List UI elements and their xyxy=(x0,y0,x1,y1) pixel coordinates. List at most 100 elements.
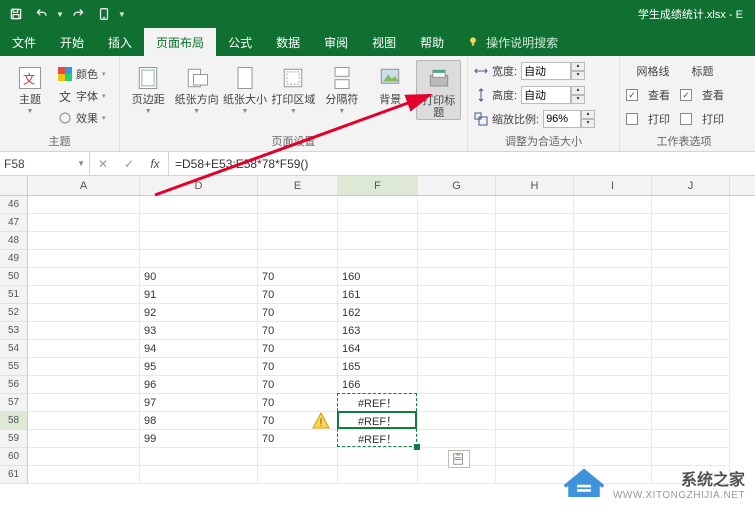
cell-F49[interactable] xyxy=(338,250,418,268)
cell-A51[interactable] xyxy=(28,286,140,304)
margins-button[interactable]: 页边距▼ xyxy=(126,60,170,115)
cell-G54[interactable] xyxy=(418,340,496,358)
col-header-G[interactable]: G xyxy=(418,176,496,195)
cell-A47[interactable] xyxy=(28,214,140,232)
cell-D48[interactable] xyxy=(140,232,258,250)
cell-G56[interactable] xyxy=(418,376,496,394)
row-header-52[interactable]: 52 xyxy=(0,304,28,322)
tab-view[interactable]: 视图 xyxy=(360,28,408,56)
breaks-button[interactable]: 分隔符▼ xyxy=(320,60,364,115)
cell-D61[interactable] xyxy=(140,466,258,484)
tab-help[interactable]: 帮助 xyxy=(408,28,456,56)
row-header-48[interactable]: 48 xyxy=(0,232,28,250)
cell-G61[interactable] xyxy=(418,466,496,484)
cell-G49[interactable] xyxy=(418,250,496,268)
cell-I57[interactable] xyxy=(574,394,652,412)
cell-I49[interactable] xyxy=(574,250,652,268)
cell-F56[interactable]: 166 xyxy=(338,376,418,394)
cell-G55[interactable] xyxy=(418,358,496,376)
cell-H56[interactable] xyxy=(496,376,574,394)
tab-insert[interactable]: 插入 xyxy=(96,28,144,56)
row-header-60[interactable]: 60 xyxy=(0,448,28,466)
cell-H49[interactable] xyxy=(496,250,574,268)
cancel-formula-button[interactable]: ✕ xyxy=(90,157,116,171)
undo-dropdown-icon[interactable]: ▼ xyxy=(56,10,64,19)
cell-J60[interactable] xyxy=(652,448,730,466)
headings-view-checkbox[interactable]: ✓ xyxy=(680,89,692,101)
row-header-57[interactable]: 57 xyxy=(0,394,28,412)
error-smart-tag[interactable]: ! xyxy=(312,412,330,430)
cell-A52[interactable] xyxy=(28,304,140,322)
col-header-I[interactable]: I xyxy=(574,176,652,195)
cell-J52[interactable] xyxy=(652,304,730,322)
cell-H52[interactable] xyxy=(496,304,574,322)
formula-input[interactable]: =D58+E53:E58*78*F59() xyxy=(169,152,755,175)
cell-D60[interactable] xyxy=(140,448,258,466)
cell-D53[interactable]: 93 xyxy=(140,322,258,340)
cell-H59[interactable] xyxy=(496,430,574,448)
cell-G58[interactable] xyxy=(418,412,496,430)
cell-H60[interactable] xyxy=(496,448,574,466)
cell-E52[interactable]: 70 xyxy=(258,304,338,322)
cell-J46[interactable] xyxy=(652,196,730,214)
print-area-button[interactable]: 打印区域▼ xyxy=(271,60,315,115)
col-header-J[interactable]: J xyxy=(652,176,730,195)
cell-D57[interactable]: 97 xyxy=(140,394,258,412)
col-header-A[interactable]: A xyxy=(28,176,140,195)
cell-F57[interactable]: #REF！ xyxy=(338,394,418,412)
cell-A58[interactable] xyxy=(28,412,140,430)
col-header-H[interactable]: H xyxy=(496,176,574,195)
cell-G48[interactable] xyxy=(418,232,496,250)
cell-E55[interactable]: 70 xyxy=(258,358,338,376)
cell-A56[interactable] xyxy=(28,376,140,394)
cell-I58[interactable] xyxy=(574,412,652,430)
cell-F48[interactable] xyxy=(338,232,418,250)
cell-E48[interactable] xyxy=(258,232,338,250)
cell-J57[interactable] xyxy=(652,394,730,412)
cell-J58[interactable] xyxy=(652,412,730,430)
fx-button[interactable]: fx xyxy=(142,157,168,171)
cell-J51[interactable] xyxy=(652,286,730,304)
tab-review[interactable]: 审阅 xyxy=(312,28,360,56)
cell-H54[interactable] xyxy=(496,340,574,358)
cell-F46[interactable] xyxy=(338,196,418,214)
qat-dropdown-icon[interactable]: ▼ xyxy=(118,10,126,19)
paste-options-button[interactable] xyxy=(448,450,470,468)
cell-A53[interactable] xyxy=(28,322,140,340)
tell-me-search[interactable]: 操作说明搜索 xyxy=(456,28,568,56)
cell-F47[interactable] xyxy=(338,214,418,232)
cell-F61[interactable] xyxy=(338,466,418,484)
colors-button[interactable]: 颜色▾ xyxy=(58,64,106,84)
effects-button[interactable]: 效果▾ xyxy=(58,108,106,128)
fill-handle[interactable] xyxy=(414,444,420,450)
row-header-56[interactable]: 56 xyxy=(0,376,28,394)
cell-D55[interactable]: 95 xyxy=(140,358,258,376)
cell-J48[interactable] xyxy=(652,232,730,250)
cell-D47[interactable] xyxy=(140,214,258,232)
row-header-54[interactable]: 54 xyxy=(0,340,28,358)
cell-D46[interactable] xyxy=(140,196,258,214)
tab-formulas[interactable]: 公式 xyxy=(216,28,264,56)
cell-I52[interactable] xyxy=(574,304,652,322)
save-button[interactable] xyxy=(4,2,28,26)
cell-I51[interactable] xyxy=(574,286,652,304)
row-header-46[interactable]: 46 xyxy=(0,196,28,214)
cell-G59[interactable] xyxy=(418,430,496,448)
cell-D59[interactable]: 99 xyxy=(140,430,258,448)
background-button[interactable]: 背景 xyxy=(368,60,412,106)
cell-J49[interactable] xyxy=(652,250,730,268)
cell-E61[interactable] xyxy=(258,466,338,484)
chevron-down-icon[interactable]: ▼ xyxy=(77,159,85,168)
cell-D49[interactable] xyxy=(140,250,258,268)
cell-J50[interactable] xyxy=(652,268,730,286)
tab-data[interactable]: 数据 xyxy=(264,28,312,56)
cell-I59[interactable] xyxy=(574,430,652,448)
cell-A61[interactable] xyxy=(28,466,140,484)
cell-J53[interactable] xyxy=(652,322,730,340)
cell-F60[interactable] xyxy=(338,448,418,466)
tab-home[interactable]: 开始 xyxy=(48,28,96,56)
cell-E47[interactable] xyxy=(258,214,338,232)
row-header-51[interactable]: 51 xyxy=(0,286,28,304)
col-header-E[interactable]: E xyxy=(258,176,338,195)
print-titles-button[interactable]: 打印标题 xyxy=(416,60,461,120)
